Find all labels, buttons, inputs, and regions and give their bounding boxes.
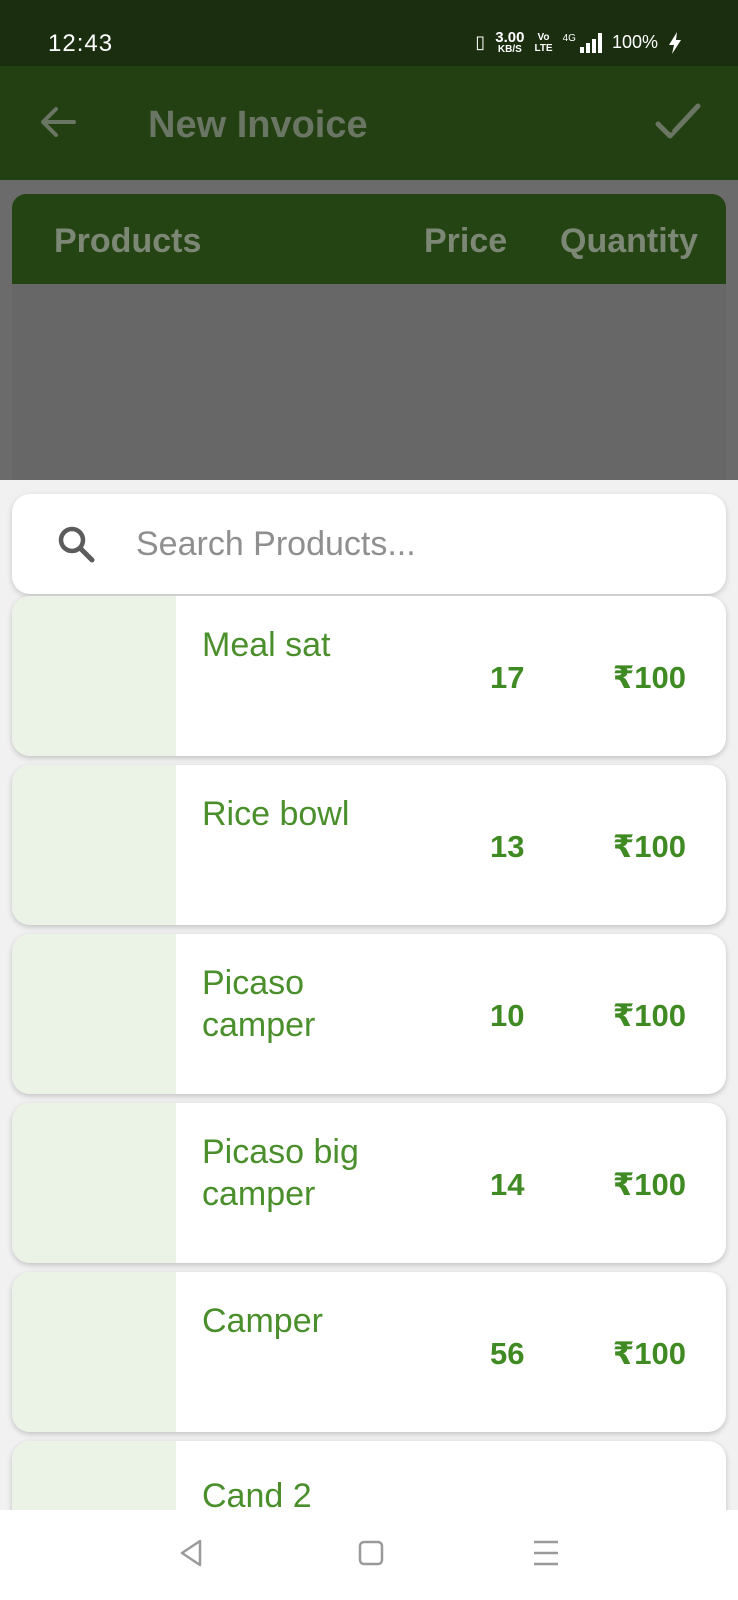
product-picker-sheet: Meal sat 17 ₹100 Rice bowl 13 ₹100 Picas… bbox=[0, 480, 738, 1510]
nav-recents-icon[interactable] bbox=[532, 1538, 560, 1568]
vibrate-icon: ▯ bbox=[475, 32, 486, 52]
status-bar: 12:43 ▯ 3.00 KB/S Vo LTE 4G 100% bbox=[0, 0, 738, 66]
product-quantity: 14 bbox=[490, 1167, 525, 1202]
signal-icon: 4G bbox=[562, 32, 602, 53]
product-thumbnail bbox=[12, 1103, 176, 1263]
product-thumbnail bbox=[12, 765, 176, 925]
product-card[interactable]: Picaso camper 10 ₹100 bbox=[12, 934, 726, 1094]
product-name: Rice bowl bbox=[202, 795, 350, 833]
status-icons: ▯ 3.00 KB/S Vo LTE 4G 100% bbox=[475, 30, 682, 55]
product-card[interactable]: Picaso big camper 14 ₹100 bbox=[12, 1103, 726, 1263]
header-price: Price bbox=[424, 222, 508, 260]
charging-icon bbox=[669, 31, 681, 54]
invoice-table-body bbox=[12, 284, 726, 480]
product-name: Cand 2 bbox=[202, 1477, 312, 1510]
speed-unit: KB/S bbox=[497, 44, 522, 55]
network-type: 4G bbox=[562, 32, 576, 44]
product-thumbnail bbox=[12, 934, 176, 1094]
product-thumbnail bbox=[12, 596, 176, 756]
product-card[interactable]: Rice bowl 13 ₹100 bbox=[12, 765, 726, 925]
check-icon[interactable] bbox=[652, 96, 704, 148]
product-quantity: 56 bbox=[490, 1336, 525, 1371]
volte-icon: Vo LTE bbox=[534, 32, 552, 54]
product-thumbnail bbox=[12, 1441, 176, 1510]
product-price: ₹100 bbox=[612, 1336, 686, 1371]
product-name: Picaso camper bbox=[202, 964, 316, 1044]
search-input[interactable] bbox=[136, 520, 696, 568]
product-price: ₹100 bbox=[612, 660, 686, 695]
nav-back-icon[interactable] bbox=[176, 1538, 206, 1568]
arrow-left-icon[interactable] bbox=[36, 100, 80, 144]
volte-top: Vo bbox=[537, 31, 550, 43]
product-card[interactable]: Camper 56 ₹100 bbox=[12, 1272, 726, 1432]
header-products: Products bbox=[54, 222, 202, 260]
product-card[interactable]: Meal sat 17 ₹100 bbox=[12, 596, 726, 756]
nav-home-icon[interactable] bbox=[358, 1540, 384, 1566]
search-bar[interactable] bbox=[12, 494, 726, 594]
status-time: 12:43 bbox=[48, 30, 114, 57]
scrim-overlay[interactable]: Products Price Quantity bbox=[0, 180, 738, 480]
system-nav-bar bbox=[0, 1510, 738, 1600]
product-quantity: 17 bbox=[490, 660, 525, 695]
product-quantity: 10 bbox=[490, 998, 525, 1033]
volte-bottom: LTE bbox=[534, 42, 553, 54]
product-name: Camper bbox=[202, 1302, 323, 1340]
battery-level: 100% bbox=[611, 32, 658, 52]
search-icon bbox=[58, 526, 95, 563]
product-quantity: 13 bbox=[490, 829, 525, 864]
network-speed: 3.00 KB/S bbox=[495, 30, 524, 55]
invoice-table-header: Products Price Quantity bbox=[12, 194, 726, 284]
app-bar: New Invoice bbox=[0, 66, 738, 180]
product-price: ₹100 bbox=[612, 1167, 686, 1202]
speed-value: 3.00 bbox=[495, 29, 525, 46]
page-title: New Invoice bbox=[148, 104, 368, 146]
product-card[interactable]: Cand 2 bbox=[12, 1441, 726, 1510]
header-quantity: Quantity bbox=[560, 222, 698, 260]
product-price: ₹100 bbox=[612, 998, 686, 1033]
product-name: Picaso big camper bbox=[202, 1133, 359, 1213]
product-name: Meal sat bbox=[202, 626, 331, 664]
product-price: ₹100 bbox=[612, 829, 686, 864]
product-thumbnail bbox=[12, 1272, 176, 1432]
